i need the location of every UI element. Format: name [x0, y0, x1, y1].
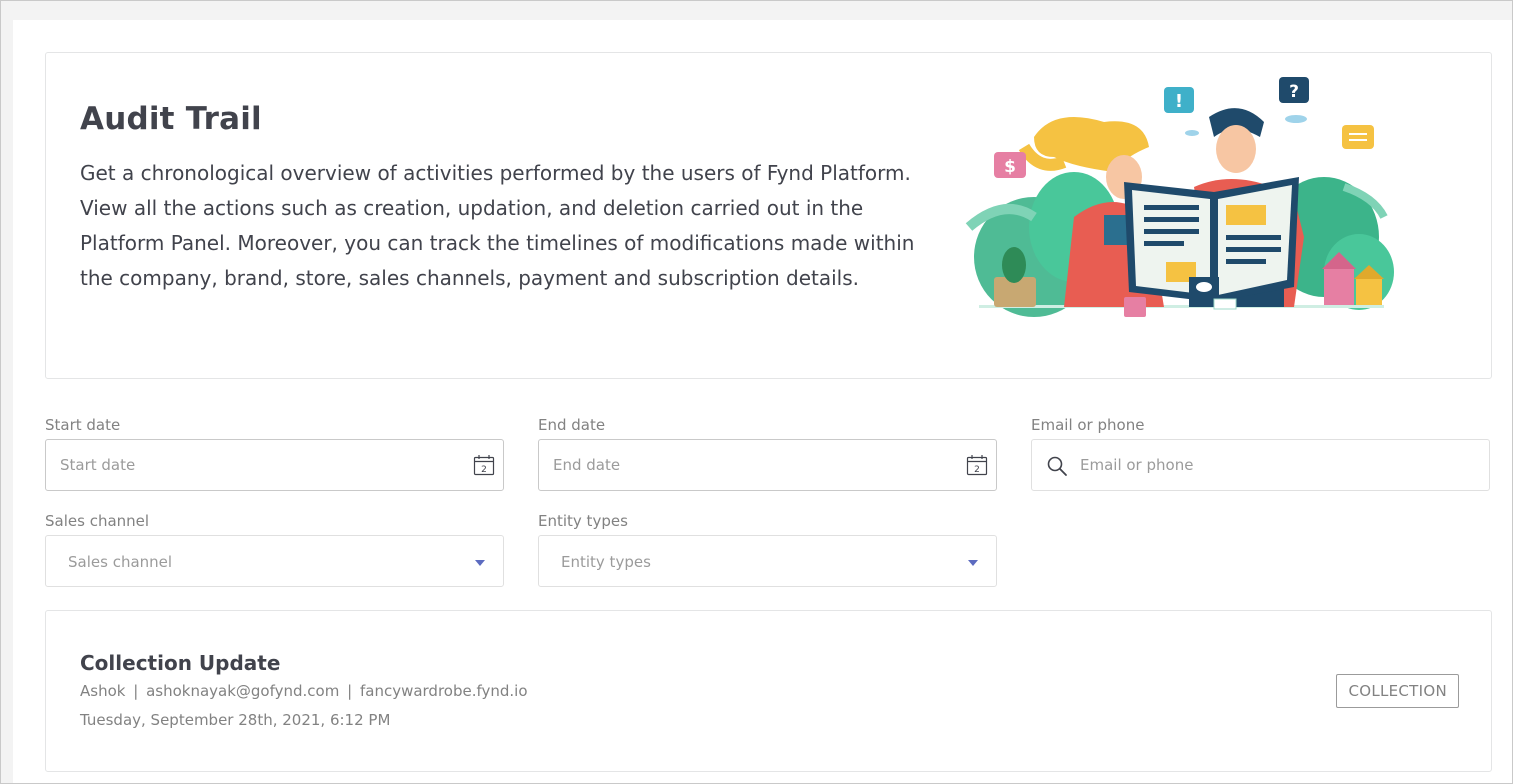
browser-frame: Audit Trail Get a chronological overview…: [0, 0, 1513, 784]
entity-types-select[interactable]: Entity types: [538, 535, 997, 587]
email-phone-label: Email or phone: [1031, 416, 1145, 434]
start-date-field[interactable]: 2: [45, 439, 504, 491]
activity-user: Ashok: [80, 682, 126, 700]
people-reading-newspaper-illustration: ! ? $: [965, 77, 1394, 317]
svg-text:?: ?: [1289, 82, 1299, 102]
calendar-icon-day: 2: [481, 465, 487, 475]
calendar-icon[interactable]: 2: [966, 454, 988, 476]
start-date-input[interactable]: [60, 440, 460, 490]
email-phone-field[interactable]: [1031, 439, 1490, 491]
chevron-down-icon[interactable]: [968, 560, 978, 566]
meta-separator: |: [347, 682, 353, 700]
sales-channel-placeholder: Sales channel: [68, 553, 173, 571]
svg-text:!: !: [1175, 91, 1183, 112]
activity-title: Collection Update: [80, 651, 281, 675]
activity-domain: fancywardrobe.fynd.io: [359, 682, 528, 700]
search-icon: [1047, 456, 1067, 476]
end-date-label: End date: [538, 416, 606, 434]
entity-types-placeholder: Entity types: [561, 553, 651, 571]
entity-types-label: Entity types: [538, 512, 628, 530]
start-date-label: Start date: [45, 416, 121, 434]
end-date-input[interactable]: [553, 440, 953, 490]
activity-meta: Ashok | ashoknayak@gofynd.com | fancywar…: [80, 682, 528, 700]
activity-card[interactable]: Collection Update Ashok | ashoknayak@gof…: [45, 610, 1492, 772]
page-title: Audit Trail: [80, 101, 262, 137]
entity-badge: COLLECTION: [1336, 674, 1459, 708]
svg-text:$: $: [1004, 157, 1016, 177]
chevron-down-icon[interactable]: [475, 560, 485, 566]
email-phone-input[interactable]: [1080, 440, 1480, 490]
end-date-field[interactable]: 2: [538, 439, 997, 491]
meta-separator: |: [133, 682, 139, 700]
audit-trail-page: Audit Trail Get a chronological overview…: [13, 20, 1512, 783]
sales-channel-select[interactable]: Sales channel: [45, 535, 504, 587]
sales-channel-label: Sales channel: [45, 512, 150, 530]
calendar-icon-day: 2: [974, 465, 980, 475]
page-description: Get a chronological overview of activiti…: [80, 161, 915, 290]
activity-email: ashoknayak@gofynd.com: [146, 682, 340, 700]
calendar-icon[interactable]: 2: [473, 454, 495, 476]
activity-timestamp: Tuesday, September 28th, 2021, 6:12 PM: [80, 711, 391, 729]
hero-card: Audit Trail Get a chronological overview…: [45, 52, 1492, 379]
